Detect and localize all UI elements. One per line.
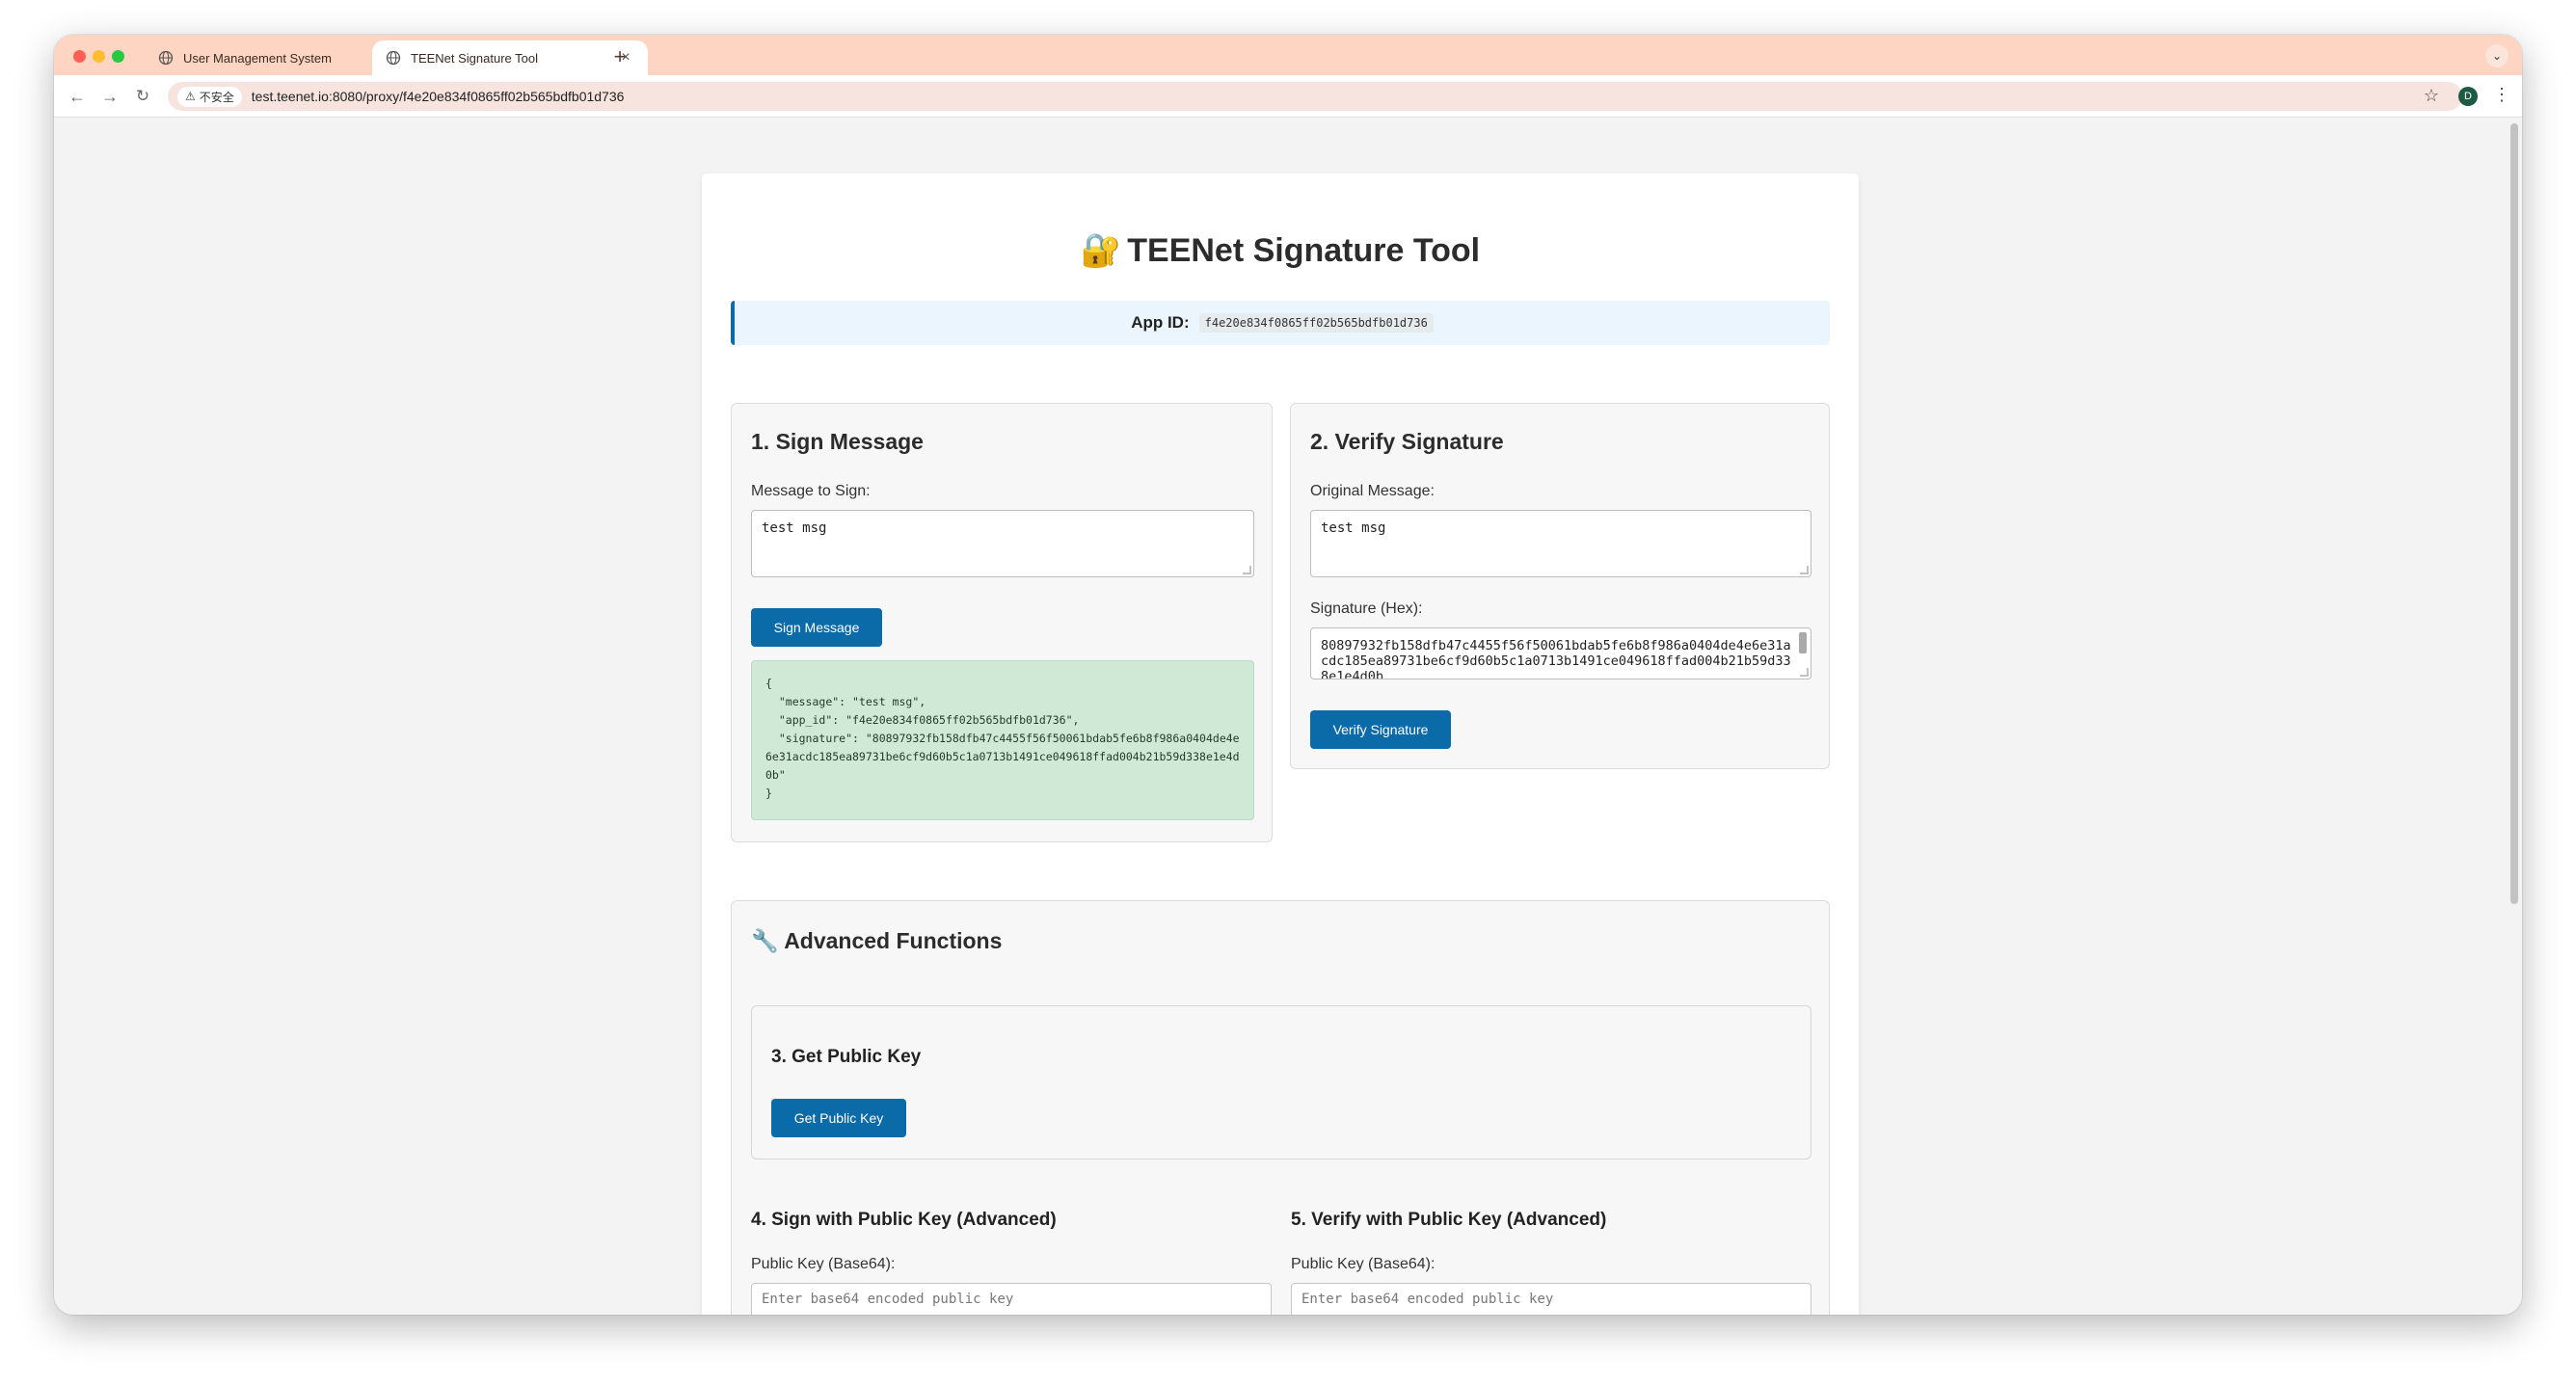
app-id-banner: App ID: f4e20e834f0865ff02b565bdfb01d736: [731, 301, 1830, 345]
maximize-window-button[interactable]: [112, 50, 124, 63]
browser-window: User Management System × TEENet Signatur…: [54, 35, 2522, 1315]
url-text[interactable]: test.teenet.io:8080/proxy/f4e20e834f0865…: [252, 89, 625, 104]
resize-handle-icon[interactable]: [1800, 668, 1809, 677]
get-public-key-button[interactable]: Get Public Key: [771, 1099, 906, 1137]
original-message-textarea[interactable]: test msg: [1310, 510, 1811, 577]
advanced-section-title: 🔧 Advanced Functions: [751, 928, 1002, 954]
minimize-window-button[interactable]: [93, 50, 105, 63]
tab-title: TEENet Signature Tool: [411, 50, 538, 66]
sign-with-public-key-title: 4. Sign with Public Key (Advanced): [751, 1210, 1057, 1230]
address-bar[interactable]: ⚠ 不安全 test.teenet.io:8080/proxy/f4e20e83…: [168, 82, 2462, 111]
message-to-sign-textarea[interactable]: test msg: [751, 510, 1254, 577]
sign-public-key-label: Public Key (Base64):: [751, 1256, 896, 1272]
app-id-value: f4e20e834f0865ff02b565bdfb01d736: [1198, 313, 1434, 333]
page-title-text: TEENet Signature Tool: [1127, 232, 1481, 269]
page-viewport: 🔐 TEENet Signature Tool App ID: f4e20e834…: [54, 118, 2522, 1315]
tab-strip: User Management System × TEENet Signatur…: [54, 35, 2522, 75]
bookmark-star-icon[interactable]: ☆: [2424, 86, 2439, 106]
sign-result-output: { "message": "test msg", "app_id": "f4e2…: [751, 660, 1254, 820]
page-title: 🔐 TEENet Signature Tool: [702, 231, 1859, 270]
advanced-functions-section: 🔧 Advanced Functions 3. Get Public Key G…: [731, 900, 1830, 1315]
signature-hex-label: Signature (Hex):: [1310, 600, 1423, 617]
wrench-icon: 🔧: [751, 928, 779, 953]
original-message-label: Original Message:: [1310, 483, 1435, 499]
resize-handle-icon[interactable]: [1243, 566, 1251, 574]
more-menu-icon[interactable]: ⋮: [2493, 85, 2510, 105]
get-public-key-title: 3. Get Public Key: [771, 1047, 922, 1067]
advanced-title-text: Advanced Functions: [784, 928, 1003, 953]
verify-signature-button[interactable]: Verify Signature: [1310, 710, 1451, 749]
new-tab-button[interactable]: +: [605, 42, 634, 71]
verify-signature-section: 2. Verify Signature Original Message: te…: [1290, 403, 1830, 769]
verify-public-key-label: Public Key (Base64):: [1291, 1256, 1436, 1272]
resize-handle-icon[interactable]: [1800, 566, 1809, 574]
tab-search-chevron-icon[interactable]: ⌄: [2485, 44, 2509, 67]
profile-avatar[interactable]: D: [2458, 87, 2478, 106]
sign-public-key-input[interactable]: Enter base64 encoded public key: [751, 1283, 1272, 1315]
page-scrollbar[interactable]: [2510, 123, 2518, 904]
message-to-sign-label: Message to Sign:: [751, 483, 871, 499]
globe-icon: [158, 50, 174, 66]
sign-section-title: 1. Sign Message: [751, 429, 924, 454]
signature-hex-textarea[interactable]: 80897932fb158dfb47c4455f56f50061bdab5fe6…: [1310, 627, 1811, 680]
verify-with-public-key-title: 5. Verify with Public Key (Advanced): [1291, 1210, 1607, 1230]
main-card: 🔐 TEENet Signature Tool App ID: f4e20e834…: [702, 173, 1859, 1315]
verify-section-title: 2. Verify Signature: [1310, 429, 1504, 454]
sign-message-button[interactable]: Sign Message: [751, 608, 882, 647]
original-message-value: test msg: [1321, 520, 1386, 536]
reload-icon[interactable]: ↻: [131, 85, 154, 108]
warning-icon: ⚠: [185, 90, 196, 103]
globe-icon: [386, 50, 401, 66]
message-to-sign-value: test msg: [762, 520, 827, 536]
get-public-key-panel: 3. Get Public Key Get Public Key: [751, 1005, 1811, 1159]
forward-arrow-icon[interactable]: →: [98, 85, 121, 108]
close-window-button[interactable]: [73, 50, 86, 63]
security-chip[interactable]: ⚠ 不安全: [177, 86, 242, 107]
app-id-label: App ID:: [1131, 313, 1190, 332]
sign-message-section: 1. Sign Message Message to Sign: test ms…: [731, 403, 1273, 842]
back-arrow-icon[interactable]: ←: [66, 85, 89, 108]
browser-toolbar: ← → ↻ ⚠ 不安全 test.teenet.io:8080/proxy/f4…: [54, 75, 2522, 118]
textarea-scrollbar[interactable]: [1799, 632, 1807, 653]
tab-title: User Management System: [183, 50, 332, 66]
lock-key-icon: 🔐: [1080, 232, 1122, 269]
security-label: 不安全: [199, 90, 234, 104]
signature-hex-value: 80897932fb158dfb47c4455f56f50061bdab5fe6…: [1321, 638, 1791, 680]
verify-public-key-input[interactable]: Enter base64 encoded public key: [1291, 1283, 1811, 1315]
